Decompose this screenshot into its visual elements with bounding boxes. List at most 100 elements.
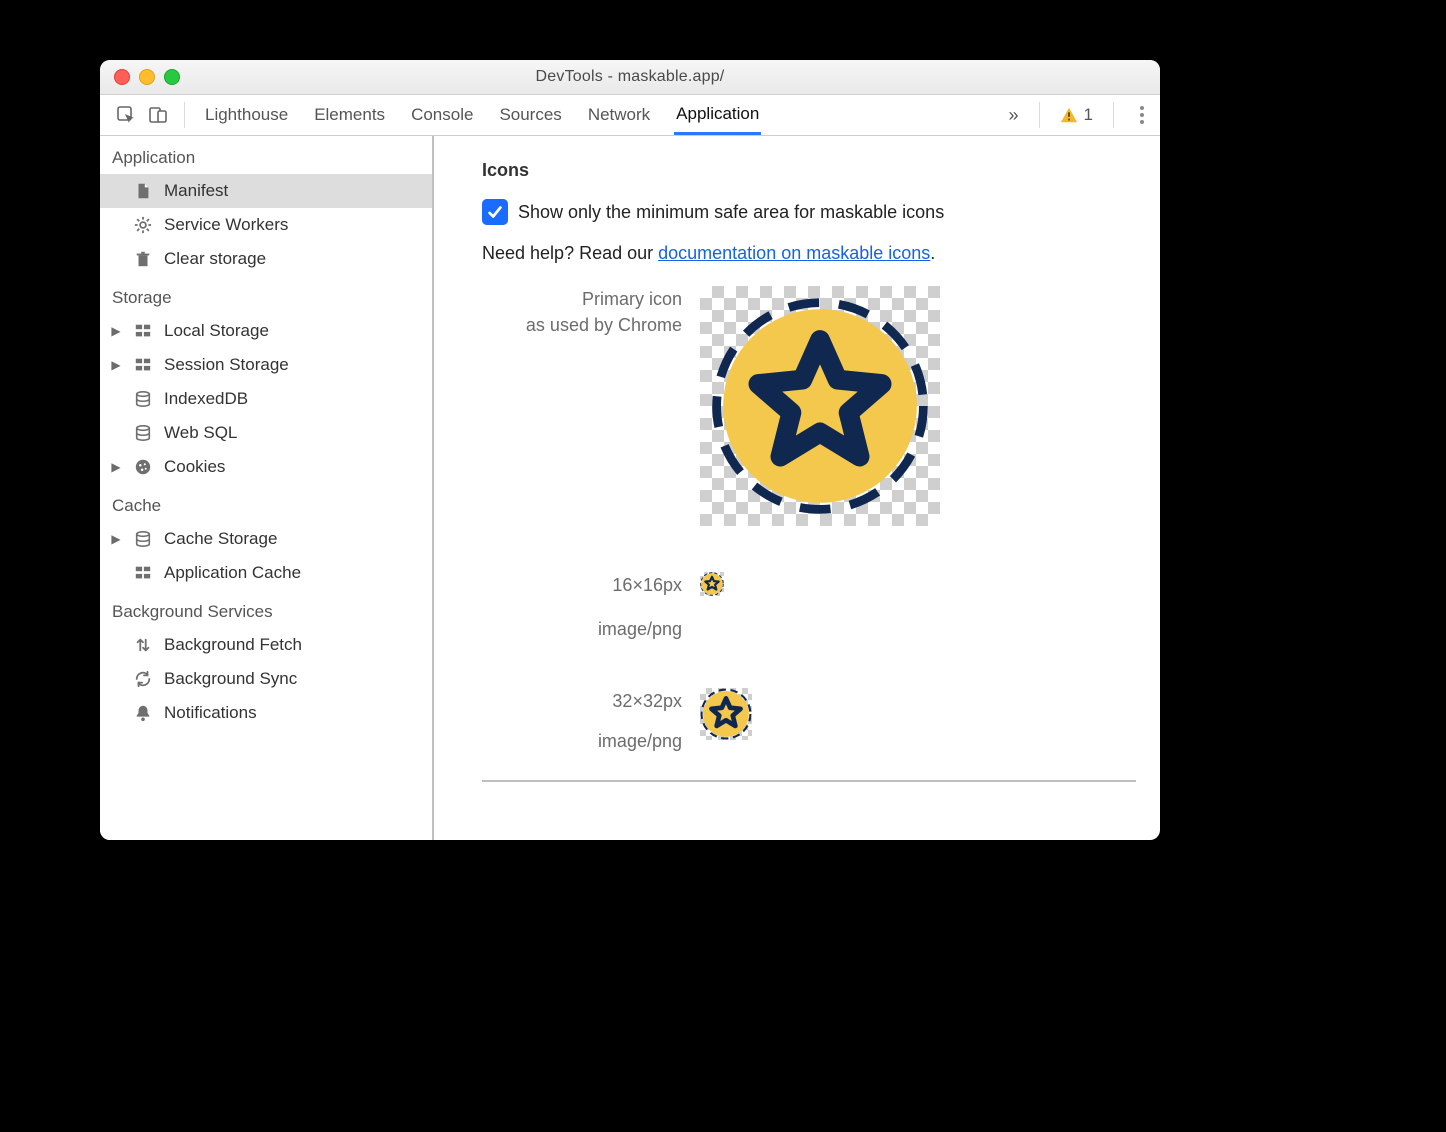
sidebar-item-indexeddb[interactable]: IndexedDB <box>100 382 432 416</box>
icon-entry-preview-16 <box>700 572 960 596</box>
icon-entry-preview-32 <box>700 688 960 740</box>
grid-icon <box>132 564 154 582</box>
manifest-panel: Icons Show only the minimum safe area fo… <box>434 136 1160 840</box>
divider <box>1113 102 1114 128</box>
icon-size: 16×16px <box>482 572 682 598</box>
device-toolbar-icon[interactable] <box>148 105 168 125</box>
sidebar-group-title: Application <box>100 136 432 174</box>
sidebar-item-application-cache[interactable]: Application Cache <box>100 556 432 590</box>
app-icon <box>710 296 930 516</box>
section-heading: Icons <box>482 160 1136 181</box>
safe-area-checkbox[interactable] <box>482 199 508 225</box>
divider <box>184 102 185 128</box>
check-icon <box>486 203 504 221</box>
panel-divider <box>482 780 1136 782</box>
main-toolbar: Lighthouse Elements Console Sources Netw… <box>100 95 1160 136</box>
sidebar-item-label: Clear storage <box>164 249 266 269</box>
sidebar-item-label: Manifest <box>164 181 228 201</box>
primary-icon-label: Primary icon as used by Chrome <box>482 286 682 338</box>
window-title: DevTools - maskable.app/ <box>100 68 1160 86</box>
sidebar-group-title: Cache <box>100 484 432 522</box>
warnings-indicator[interactable]: 1 <box>1060 105 1093 125</box>
sidebar-item-label: Application Cache <box>164 563 301 583</box>
file-icon <box>132 182 154 200</box>
grid-icon <box>132 322 154 340</box>
sidebar-item-background-sync[interactable]: Background Sync <box>100 662 432 696</box>
cookie-icon <box>132 458 154 476</box>
tab-application[interactable]: Application <box>674 95 761 135</box>
expand-triangle-icon[interactable]: ▶ <box>110 358 122 372</box>
help-prefix: Need help? Read our <box>482 243 658 263</box>
db-icon <box>132 530 154 548</box>
warnings-count: 1 <box>1084 105 1093 125</box>
grid-icon <box>132 356 154 374</box>
tab-sources[interactable]: Sources <box>497 95 563 135</box>
sidebar-item-background-fetch[interactable]: Background Fetch <box>100 628 432 662</box>
icon-mime: image/png <box>482 728 682 754</box>
safe-area-checkbox-label: Show only the minimum safe area for mask… <box>518 202 944 223</box>
tab-label: Elements <box>314 105 385 125</box>
sidebar-item-label: Cache Storage <box>164 529 277 549</box>
tab-console[interactable]: Console <box>409 95 475 135</box>
sidebar-item-web-sql[interactable]: Web SQL <box>100 416 432 450</box>
bell-icon <box>132 704 154 722</box>
sidebar-item-local-storage[interactable]: ▶ Local Storage <box>100 314 432 348</box>
divider <box>1039 102 1040 128</box>
application-sidebar[interactable]: Application Manifest Service Workers Clear … <box>100 136 434 840</box>
sidebar-group-title: Storage <box>100 276 432 314</box>
sidebar-item-service-workers[interactable]: Service Workers <box>100 208 432 242</box>
db-icon <box>132 390 154 408</box>
app-icon <box>700 572 724 596</box>
tab-label: Application <box>676 104 759 124</box>
inspect-element-icon[interactable] <box>116 105 136 125</box>
expand-triangle-icon[interactable]: ▶ <box>110 460 122 474</box>
primary-icon-label-line2: as used by Chrome <box>482 312 682 338</box>
sidebar-item-session-storage[interactable]: ▶ Session Storage <box>100 348 432 382</box>
sidebar-item-label: Session Storage <box>164 355 289 375</box>
sidebar-item-label: Cookies <box>164 457 225 477</box>
tab-network[interactable]: Network <box>586 95 652 135</box>
tab-elements[interactable]: Elements <box>312 95 387 135</box>
sidebar-item-label: Web SQL <box>164 423 237 443</box>
tab-label: Sources <box>499 105 561 125</box>
devtools-window: DevTools - maskable.app/ Lighthouse Elem… <box>100 60 1160 840</box>
primary-icon-preview <box>700 286 940 526</box>
settings-menu-button[interactable] <box>1134 106 1150 124</box>
icon-mime: image/png <box>482 616 682 642</box>
icon-size: 32×32px <box>482 688 682 714</box>
icon-entry-label: 16×16px image/png <box>482 572 682 642</box>
app-icon <box>700 688 752 740</box>
sidebar-item-notifications[interactable]: Notifications <box>100 696 432 730</box>
sidebar-item-clear-storage[interactable]: Clear storage <box>100 242 432 276</box>
tab-label: Lighthouse <box>205 105 288 125</box>
warning-icon <box>1060 106 1078 124</box>
panel-tabs: Lighthouse Elements Console Sources Netw… <box>203 95 761 135</box>
sidebar-item-label: Local Storage <box>164 321 269 341</box>
help-suffix: . <box>930 243 935 263</box>
more-tabs-icon[interactable]: » <box>1009 105 1019 126</box>
sidebar-item-cookies[interactable]: ▶ Cookies <box>100 450 432 484</box>
sidebar-item-label: Background Sync <box>164 669 297 689</box>
sidebar-item-label: Background Fetch <box>164 635 302 655</box>
trash-icon <box>132 250 154 268</box>
icon-entry-label: 32×32px image/png <box>482 688 682 754</box>
sidebar-item-manifest[interactable]: Manifest <box>100 174 432 208</box>
titlebar: DevTools - maskable.app/ <box>100 60 1160 95</box>
documentation-link[interactable]: documentation on maskable icons <box>658 243 930 263</box>
sidebar-item-label: IndexedDB <box>164 389 248 409</box>
tab-lighthouse[interactable]: Lighthouse <box>203 95 290 135</box>
help-text: Need help? Read our documentation on mas… <box>482 243 1136 264</box>
db-icon <box>132 424 154 442</box>
gear-icon <box>132 216 154 234</box>
sidebar-item-cache-storage[interactable]: ▶ Cache Storage <box>100 522 432 556</box>
tab-label: Network <box>588 105 650 125</box>
sidebar-group-title: Background Services <box>100 590 432 628</box>
expand-triangle-icon[interactable]: ▶ <box>110 532 122 546</box>
sidebar-item-label: Service Workers <box>164 215 288 235</box>
sync-icon <box>132 670 154 688</box>
expand-triangle-icon[interactable]: ▶ <box>110 324 122 338</box>
tab-label: Console <box>411 105 473 125</box>
primary-icon-label-line1: Primary icon <box>482 286 682 312</box>
sidebar-item-label: Notifications <box>164 703 257 723</box>
updown-icon <box>132 636 154 654</box>
